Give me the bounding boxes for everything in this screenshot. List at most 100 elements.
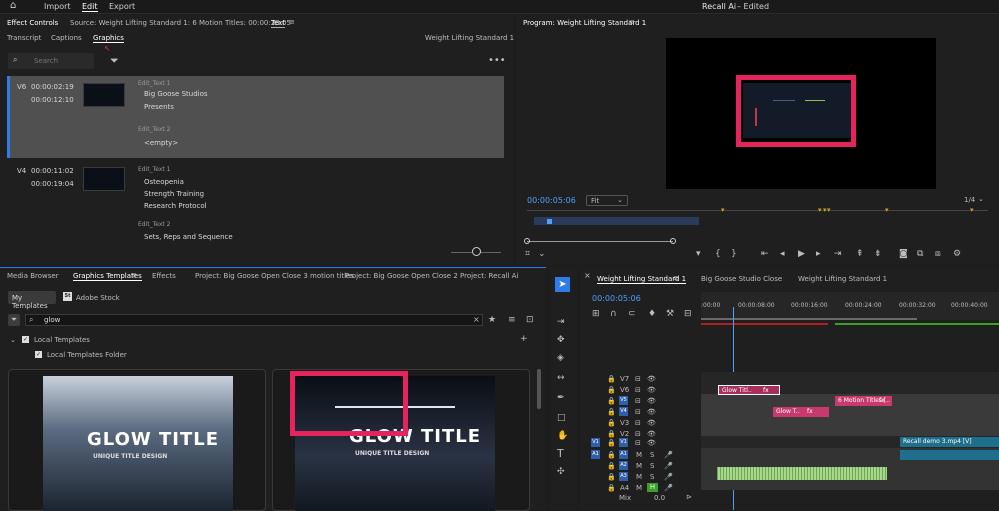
lock-icon[interactable]: 🔒 — [607, 418, 616, 428]
track-name[interactable]: A2 — [619, 461, 628, 470]
tab-sequence-2[interactable]: Big Goose Studio Close — [701, 275, 782, 283]
filter-icon[interactable]: ⏷ — [8, 314, 20, 326]
home-icon[interactable]: ⌂ — [10, 0, 16, 11]
mix-value[interactable]: 0.0 — [654, 494, 665, 502]
lock-icon[interactable]: 🔒 — [607, 472, 616, 482]
audio-clip-a1[interactable] — [900, 450, 999, 460]
panel-menu-icon[interactable]: ≡ — [673, 274, 679, 282]
mic-icon[interactable]: 🎤 — [664, 450, 673, 460]
star-icon[interactable]: ★ — [488, 315, 496, 325]
eye-icon[interactable]: 👁 — [647, 396, 656, 406]
go-to-in-icon[interactable]: ⇤ — [761, 249, 769, 259]
graphics-row[interactable]: V4 00:00:11:02 00:00:19:04 Edit_Text 1 O… — [7, 161, 504, 241]
playhead[interactable] — [547, 219, 552, 224]
step-back-icon[interactable]: ◂ — [780, 249, 785, 259]
scrollbar[interactable] — [537, 369, 541, 409]
chevron-down-icon[interactable]: ⌄ — [538, 249, 546, 259]
audio-waveform-a3[interactable] — [717, 467, 887, 480]
sync-icon[interactable]: ⊟ — [635, 418, 641, 428]
lock-icon[interactable]: 🔒 — [607, 396, 616, 406]
ripple-edit-icon[interactable]: ✥ — [557, 335, 565, 345]
new-bin-icon[interactable]: ⊡ — [526, 315, 534, 325]
tab-project-3[interactable]: Project: Recall Ai — [460, 272, 518, 280]
eye-icon[interactable]: 👁 — [647, 374, 656, 384]
mute-button[interactable]: M — [636, 473, 642, 481]
panel-menu-icon[interactable]: ≡ — [131, 271, 137, 279]
tab-project-2[interactable]: Project: Big Goose Open Close 2 — [345, 272, 458, 280]
rectangle-icon[interactable]: □ — [557, 413, 566, 423]
razor-icon[interactable]: ◈ — [557, 353, 564, 363]
mic-icon[interactable]: 🎤 — [664, 461, 673, 471]
checkbox[interactable]: ✓ — [22, 336, 29, 343]
track-name[interactable]: A3 — [619, 472, 628, 481]
tab-text[interactable]: Text — [271, 19, 286, 28]
sync-icon[interactable]: ⊟ — [635, 385, 641, 395]
hand-icon[interactable]: ✋ — [557, 431, 568, 441]
eye-icon[interactable]: 👁 — [647, 407, 656, 417]
template-search-input[interactable]: ⌕ glow × — [25, 314, 483, 326]
mic-icon[interactable]: 🎤 — [664, 483, 673, 493]
more-icon[interactable]: ••• — [488, 55, 506, 66]
captions-icon[interactable]: ⊟ — [684, 309, 692, 319]
mute-button[interactable]: M — [636, 484, 642, 492]
zoom-handle-right[interactable] — [670, 238, 676, 244]
eye-icon[interactable]: 👁 — [647, 418, 656, 428]
clip-recall-demo-v1[interactable]: Recall demo 3.mp4 [V] — [900, 437, 999, 447]
text-line[interactable]: Big Goose Studios — [144, 90, 208, 98]
adobe-stock-tab[interactable]: Adobe Stock — [76, 294, 120, 302]
go-to-icon[interactable]: ⊳ — [686, 493, 692, 501]
type-tool-icon[interactable]: T — [557, 448, 564, 459]
eye-icon[interactable]: 👁 — [647, 385, 656, 395]
source-patch-v1[interactable]: V1 — [591, 438, 600, 447]
marker-icon[interactable]: ♦ — [648, 309, 656, 319]
eye-icon[interactable]: 👁 — [647, 438, 656, 448]
template-card[interactable]: GLOW TITLE UNIQUE TITLE DESIGN — [8, 369, 266, 511]
work-area-bar[interactable] — [534, 217, 699, 225]
safe-margins-icon[interactable]: ⌗ — [525, 249, 530, 259]
text-line[interactable]: Osteopenia — [144, 178, 184, 186]
text-line[interactable]: Strength Training — [144, 190, 204, 198]
lock-icon[interactable]: 🔒 — [607, 461, 616, 471]
settings-icon[interactable]: ⚙ — [953, 249, 961, 259]
tab-effect-controls[interactable]: Effect Controls — [7, 19, 58, 27]
slip-icon[interactable]: ↔ — [557, 373, 565, 383]
camera-icon[interactable]: ◙ — [899, 249, 908, 259]
track-select-icon[interactable]: ⇥ — [557, 317, 565, 327]
checkbox[interactable]: ✓ — [35, 351, 42, 358]
menu-export[interactable]: Export — [109, 2, 135, 11]
filter-icon[interactable]: ⏷ — [110, 54, 119, 68]
track-name[interactable]: V1 — [619, 438, 628, 447]
go-to-out-icon[interactable]: ⇥ — [834, 249, 842, 259]
list-view-icon[interactable]: ≡ — [508, 315, 516, 325]
graphics-row[interactable]: V6 00:00:02:19 00:00:12:10 Edit_Text 1 B… — [7, 76, 504, 158]
mute-button[interactable]: M — [636, 451, 642, 459]
menu-import[interactable]: Import — [44, 2, 71, 11]
tab-sequence-3[interactable]: Weight Lifting Standard 1 — [798, 275, 887, 283]
lock-icon[interactable]: 🔒 — [607, 483, 616, 493]
tab-effects[interactable]: Effects — [152, 272, 176, 280]
play-icon[interactable]: ▶ — [798, 249, 805, 259]
zoom-handle-left[interactable] — [524, 238, 530, 244]
tab-graphics[interactable]: Graphics — [93, 34, 124, 43]
tab-captions[interactable]: Captions — [51, 34, 82, 42]
program-scrubber[interactable] — [527, 210, 988, 211]
solo-button[interactable]: S — [650, 473, 654, 481]
sync-icon[interactable]: ⊟ — [635, 407, 641, 417]
text-line[interactable]: Research Protocol — [144, 202, 207, 210]
add-marker-icon[interactable]: ▾ — [696, 249, 701, 259]
time-ruler[interactable]: :00:00 00:00:08:00 00:00:16:00 00:00:24:… — [701, 292, 999, 320]
panel-menu-icon[interactable]: ≡ — [289, 18, 295, 26]
source-patch-a1[interactable]: A1 — [591, 450, 600, 459]
extract-icon[interactable]: ⇟ — [874, 249, 882, 259]
linked-icon[interactable]: ⊂ — [628, 309, 636, 319]
clip-glow-title-v4[interactable]: Glow T.. fx — [773, 407, 829, 417]
menu-edit[interactable]: Edit — [82, 2, 98, 12]
lock-icon[interactable]: 🔒 — [607, 374, 616, 384]
sync-icon[interactable]: ⊟ — [635, 374, 641, 384]
add-icon[interactable]: + — [520, 334, 528, 344]
track-name[interactable]: V5 — [619, 396, 628, 405]
resolution-dropdown[interactable]: 1/4 ⌄ — [962, 195, 988, 206]
text-line[interactable]: <empty> — [144, 139, 178, 147]
sync-icon[interactable]: ⊟ — [635, 438, 641, 448]
my-templates-button[interactable]: My Templates — [8, 291, 56, 310]
